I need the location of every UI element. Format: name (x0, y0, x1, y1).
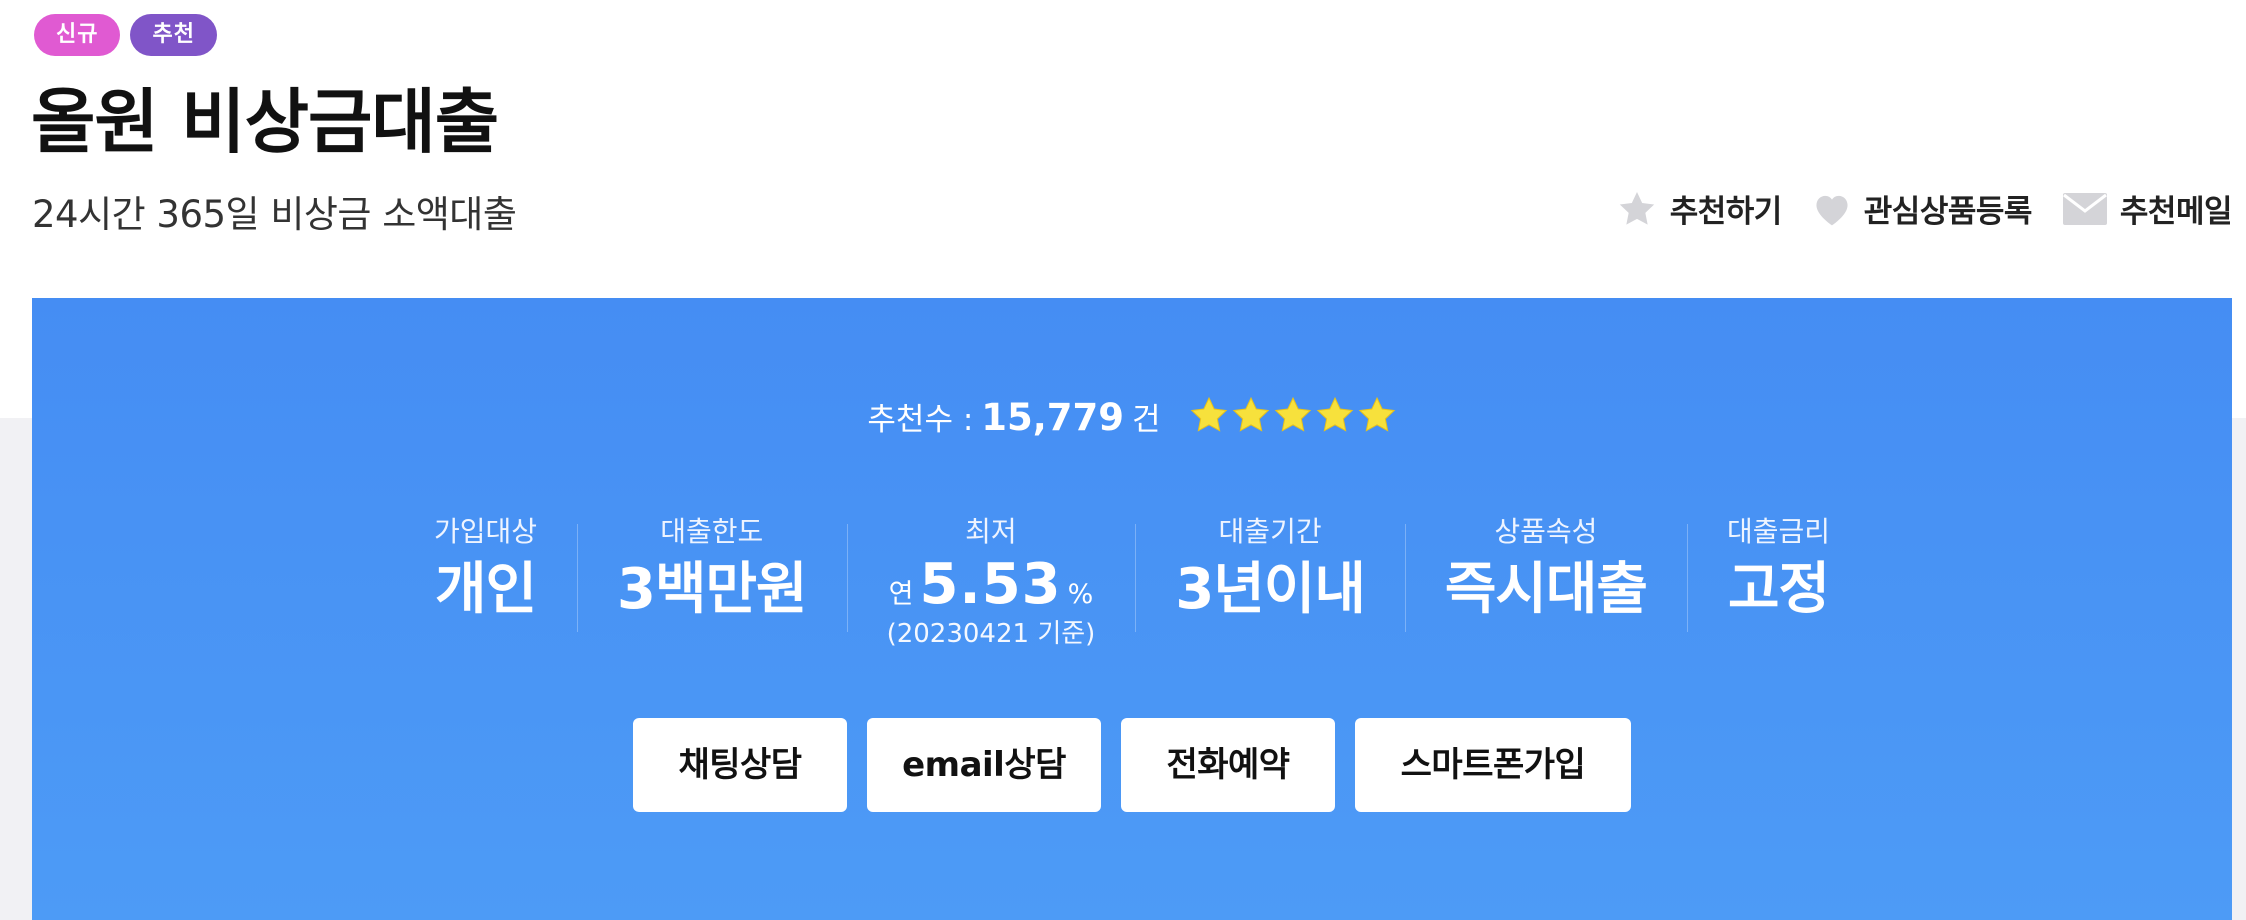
add-favorite-action-label: 관심상품등록 (1863, 194, 2033, 230)
rate-prefix: 연 (888, 579, 914, 610)
recommend-count-text: 추천수 : 15,779 건 (867, 394, 1160, 439)
rating-star-icon (1315, 395, 1355, 439)
email-consult-button[interactable]: email상담 (867, 718, 1101, 812)
add-favorite-action[interactable]: 관심상품등록 (1812, 186, 2032, 231)
spec-value: 3년이내 (1175, 557, 1366, 622)
spec-label: 최저 (965, 515, 1017, 548)
rate-unit: % (1067, 579, 1094, 610)
rate-basis-date: (20230421 기준) (886, 619, 1096, 649)
consult-button-group: 채팅상담 email상담 전화예약 스마트폰가입 (32, 718, 2232, 812)
spec-label: 대출금리 (1726, 515, 1830, 548)
heart-icon (1812, 191, 1852, 227)
rate-number: 5.53 (919, 552, 1062, 617)
recommend-count-unit: 건 (1132, 402, 1161, 438)
badge-group: 신규 추천 (34, 14, 217, 56)
new-badge: 신규 (34, 14, 121, 56)
recommend-count-label: 추천수 : (867, 402, 974, 438)
spec-value: 개인 (435, 557, 537, 622)
phone-reservation-button[interactable]: 전화예약 (1121, 718, 1335, 812)
product-spec-list: 가입대상 개인 대출한도 3백만원 최저 연 5.53 % (20230421 … (32, 512, 2232, 651)
mail-icon (2062, 192, 2108, 226)
product-subtitle: 24시간 365일 비상금 소액대출 (32, 193, 517, 236)
spec-product-type: 상품속성 즉시대출 (1404, 512, 1687, 632)
recommend-mail-action-label: 추천메일 (2119, 194, 2233, 230)
recommend-action[interactable]: 추천하기 (1616, 186, 1782, 231)
star-icon (1616, 189, 1658, 229)
rating-star-icon (1189, 395, 1229, 439)
spec-loan-limit: 대출한도 3백만원 (577, 512, 847, 632)
rating-star-icon (1231, 395, 1271, 439)
recommend-count: 15,779 (981, 396, 1125, 439)
rating-star-icon (1357, 395, 1397, 439)
spec-label: 대출기간 (1218, 515, 1322, 548)
spec-label: 상품속성 (1494, 515, 1598, 548)
spec-label: 가입대상 (434, 515, 538, 548)
spec-label: 대출한도 (660, 515, 764, 548)
spec-value: 3백만원 (617, 557, 808, 622)
spec-eligibility: 가입대상 개인 (394, 512, 577, 628)
spec-value: 고정 (1727, 557, 1830, 622)
product-summary-panel: 추천수 : 15,779 건 가입대상 개인 대출한도 3백만원 최저 연 5.… (32, 298, 2232, 920)
rate-value: 연 5.53 % (887, 552, 1096, 617)
spec-min-rate: 최저 연 5.53 % (20230421 기준) (846, 512, 1136, 651)
chat-consult-button[interactable]: 채팅상담 (633, 718, 847, 812)
smartphone-signup-button[interactable]: 스마트폰가입 (1355, 718, 1631, 812)
spec-rate-type: 대출금리 고정 (1686, 512, 1870, 632)
spec-loan-term: 대출기간 3년이내 (1135, 512, 1405, 632)
header-actions: 추천하기 관심상품등록 추천메일 (1616, 186, 2233, 231)
recommend-action-label: 추천하기 (1669, 194, 1783, 230)
spec-value: 즉시대출 (1444, 557, 1648, 622)
recommend-summary: 추천수 : 15,779 건 (32, 394, 2232, 439)
recommend-badge: 추천 (130, 14, 217, 56)
recommend-mail-action[interactable]: 추천메일 (2062, 186, 2233, 231)
product-title: 올원 비상금대출 (31, 81, 499, 163)
rating-star-icon (1273, 395, 1313, 439)
rating-stars (1189, 395, 1397, 439)
